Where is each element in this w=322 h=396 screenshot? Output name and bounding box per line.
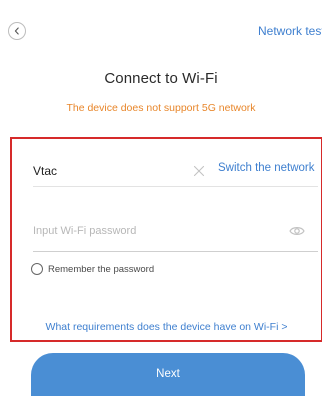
wifi-ssid-value: Vtac [33,164,58,178]
password-divider [33,251,318,252]
back-button[interactable] [8,22,26,40]
5g-warning-text: The device does not support 5G network [66,102,256,114]
chevron-left-icon [14,27,19,35]
remember-password-label: Remember the password [48,263,155,275]
close-icon[interactable] [192,164,206,178]
eye-icon[interactable] [289,225,305,237]
next-button[interactable]: Next [31,353,305,396]
wifi-requirements-link[interactable]: What requirements does the device have o… [12,321,321,333]
page-title: Connect to Wi-Fi [104,70,218,87]
remember-password-toggle[interactable]: Remember the password [31,263,154,275]
switch-network-link[interactable]: Switch the network [218,162,315,174]
remember-password-checkbox[interactable] [31,263,43,275]
wifi-credentials-panel: Vtac Switch the network Remember the pas… [10,137,322,342]
network-testing-link[interactable]: Network testir [258,24,322,38]
wifi-connect-screen: Network testir Connect to Wi-Fi The devi… [0,0,322,396]
wifi-password-input[interactable] [33,221,273,241]
ssid-divider [33,186,318,187]
